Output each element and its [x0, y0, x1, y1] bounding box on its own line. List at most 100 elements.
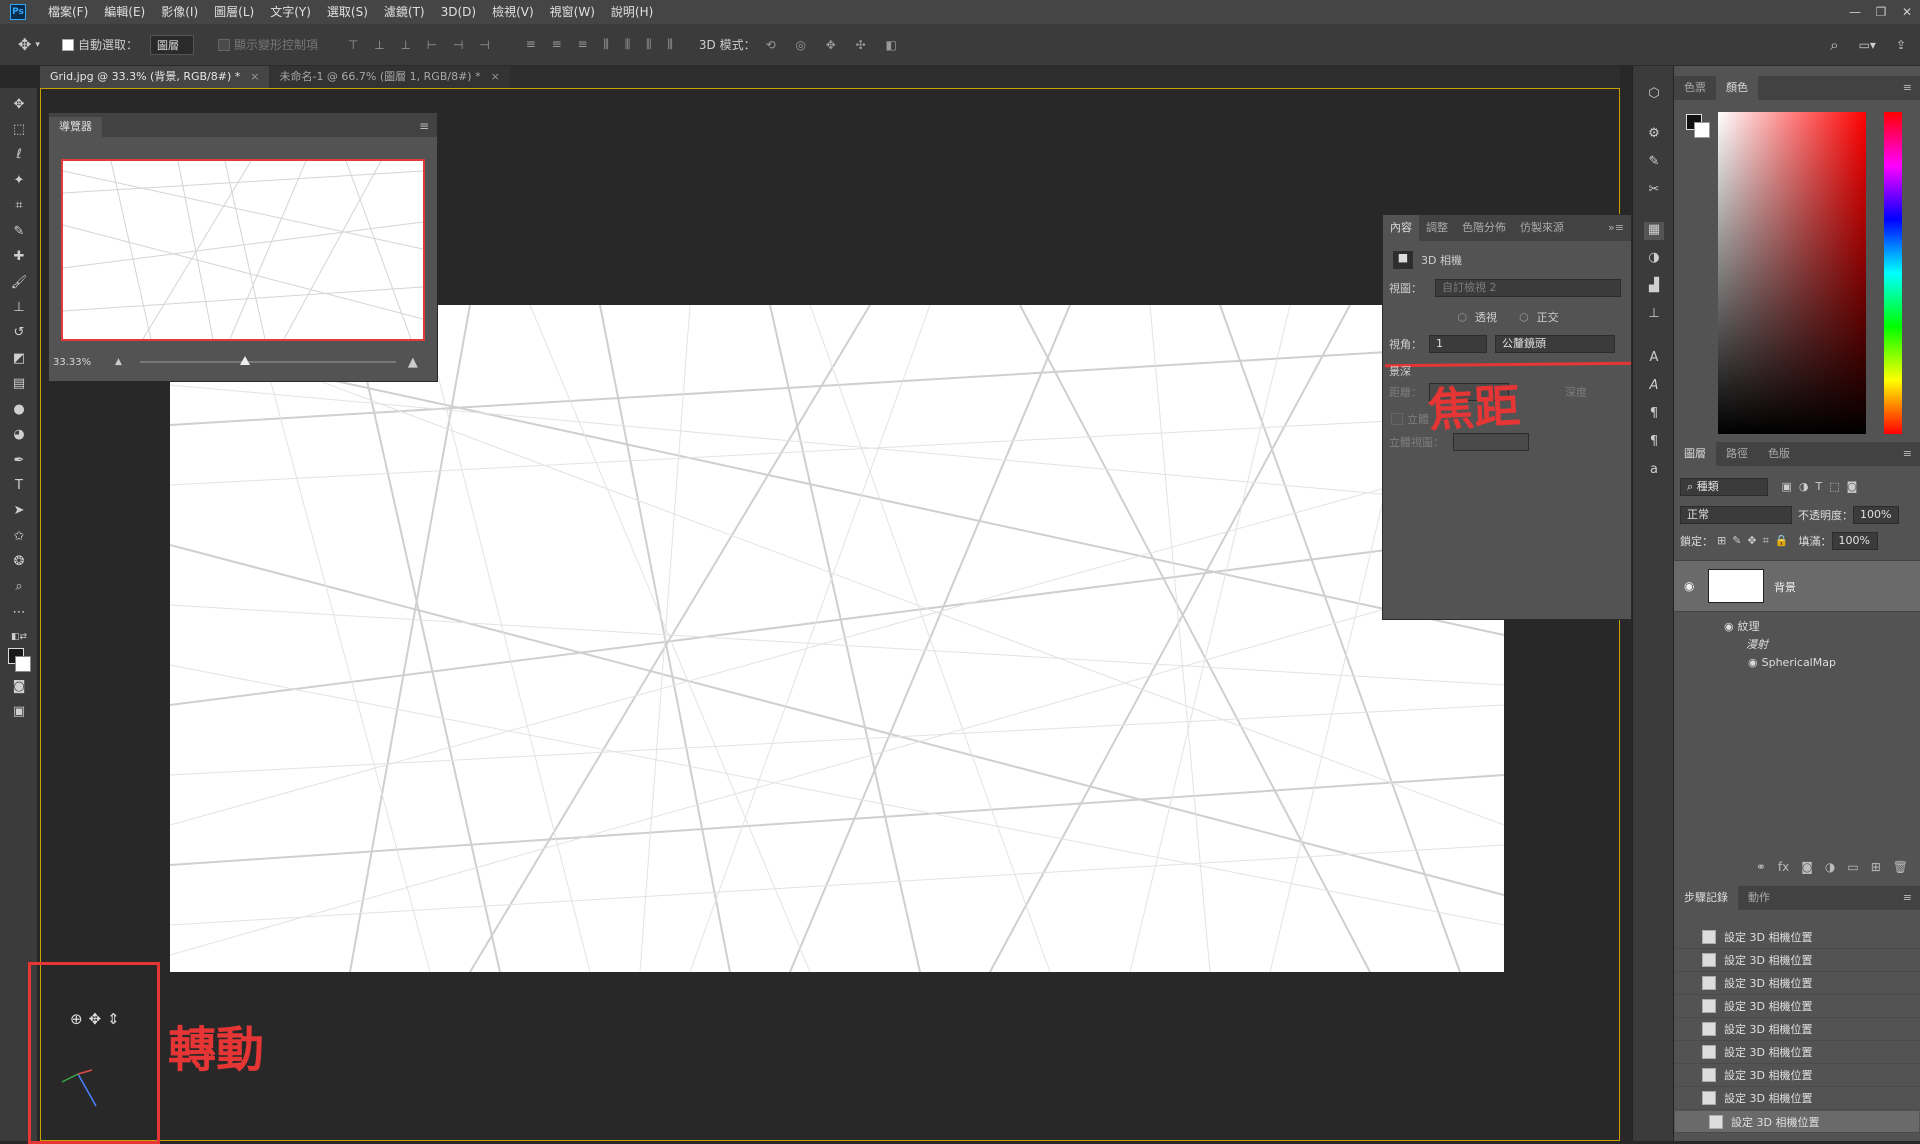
perspective-option[interactable]: 透視 [1475, 309, 1497, 325]
orthographic-icon[interactable]: ⬡ [1519, 311, 1529, 324]
eye-icon[interactable]: ◉ [1684, 579, 1694, 593]
shape-tool-icon[interactable]: ✩ [9, 528, 29, 546]
orthographic-option[interactable]: 正交 [1537, 309, 1559, 325]
history-item[interactable]: 設定 3D 相機位置 [1674, 1087, 1920, 1110]
zoom-slider-handle[interactable] [239, 356, 250, 365]
folder-icon[interactable]: ▭ [1847, 860, 1858, 874]
new-layer-icon[interactable]: ⊞ [1871, 860, 1881, 874]
history-item-selected[interactable]: 設定 3D 相機位置 [1674, 1110, 1920, 1133]
character-styles-icon[interactable]: a [1644, 462, 1664, 480]
zoom-value[interactable]: 33.33% [53, 357, 95, 368]
auto-select-checkbox[interactable] [61, 38, 78, 52]
3d-mode-icons[interactable]: ⟲ ◎ ✥ ✣ ◧ [766, 38, 905, 52]
link-icon[interactable]: ⚭ [1756, 860, 1766, 874]
healing-brush-icon[interactable]: ✚ [9, 248, 29, 266]
pen-tool-icon[interactable]: ✒ [9, 452, 29, 470]
menu-window[interactable]: 視窗(W) [542, 0, 603, 24]
panel-menu-icon[interactable]: ≡ [1893, 76, 1920, 100]
eyedropper-icon[interactable]: ✎ [9, 223, 29, 241]
fov-unit-dropdown[interactable]: 公釐鏡頭 [1495, 335, 1615, 353]
close-icon[interactable]: × [491, 70, 500, 83]
texture-row[interactable]: ◉ 紋理 [1724, 618, 1760, 634]
navigator-thumbnail[interactable] [61, 159, 425, 341]
tab-channels[interactable]: 色版 [1758, 442, 1800, 466]
lock-icons[interactable]: ⊞✎✥⌗🔒 [1717, 534, 1795, 548]
menu-select[interactable]: 選取(S) [319, 0, 376, 24]
properties-panel-icon[interactable]: ▦ [1644, 222, 1664, 240]
dolly-icon[interactable]: ⇕ [107, 1010, 126, 1028]
tab-properties[interactable]: 內容 [1383, 215, 1419, 241]
dodge-tool-icon[interactable]: ◕ [9, 426, 29, 444]
history-item[interactable]: 設定 3D 相機位置 [1674, 926, 1920, 949]
histogram-icon[interactable]: ▟ [1644, 278, 1664, 296]
eraser-tool-icon[interactable]: ◩ [9, 350, 29, 368]
adjustments-icon[interactable]: ⚙ [1644, 126, 1664, 144]
menu-3d[interactable]: 3D(D) [433, 0, 484, 24]
brush-settings-icon[interactable]: ✎ [1644, 154, 1664, 172]
zoom-in-icon[interactable]: ▲ [408, 355, 418, 370]
quick-mask-icon[interactable]: ◙ [9, 678, 29, 696]
more-tools-icon[interactable]: ⋯ [9, 604, 29, 622]
panel-menu-icon[interactable]: ≡ [1893, 442, 1920, 466]
layer-thumbnail[interactable] [1708, 569, 1764, 603]
zoom-tool-icon[interactable]: ⌕ [9, 578, 29, 596]
3d-rotate-icon[interactable]: ❂ [9, 553, 29, 571]
tab-histogram[interactable]: 色階分佈 [1455, 215, 1513, 241]
history-item[interactable]: 設定 3D 相機位置 [1674, 972, 1920, 995]
magic-wand-icon[interactable]: ✦ [9, 172, 29, 190]
paragraph-styles-icon[interactable]: ¶ [1644, 434, 1664, 452]
panel-menu-icon[interactable]: »≡ [1601, 215, 1631, 241]
view-dropdown[interactable]: 自訂檢視 2 [1435, 279, 1621, 297]
hue-slider[interactable] [1884, 112, 1902, 434]
adjustment-icon[interactable]: ◑ [1825, 860, 1835, 874]
layer-name[interactable]: 背景 [1774, 579, 1796, 595]
tool-presets-icon[interactable]: ✂ [1644, 182, 1664, 200]
tab-clone-source[interactable]: 仿製來源 [1513, 215, 1571, 241]
tab-grid-jpg[interactable]: Grid.jpg @ 33.3% (背景, RGB/8#) * × [40, 66, 270, 88]
layer-filter-dropdown[interactable]: ⌕ 種類 [1680, 478, 1768, 496]
3d-panel-icon[interactable]: ⬡ [1644, 86, 1664, 104]
auto-select-dropdown[interactable]: 圖層 [149, 34, 194, 55]
lasso-tool-icon[interactable]: ℓ [9, 146, 29, 164]
eye-icon[interactable]: ◉ [1748, 656, 1758, 669]
tab-actions[interactable]: 動作 [1738, 886, 1780, 910]
stamp-tool-icon[interactable]: ⊥ [9, 299, 29, 317]
paragraph-icon[interactable]: ¶ [1644, 406, 1664, 424]
blend-mode-dropdown[interactable]: 正常 [1680, 506, 1792, 524]
crop-tool-icon[interactable]: ⌗ [9, 197, 29, 215]
menu-type[interactable]: 文字(Y) [262, 0, 319, 24]
filter-icons[interactable]: ▣◑T⬚◙ [1782, 480, 1865, 493]
zoom-slider[interactable] [139, 356, 396, 365]
history-item[interactable]: 設定 3D 相機位置 [1674, 1064, 1920, 1087]
menu-filter[interactable]: 濾鏡(T) [376, 0, 433, 24]
restore-button[interactable]: ❐ [1868, 0, 1894, 24]
path-select-icon[interactable]: ➤ [9, 502, 29, 520]
navigator-title[interactable]: 導覽器 [49, 117, 102, 137]
minimize-button[interactable]: — [1842, 0, 1868, 24]
menu-layer[interactable]: 圖層(L) [206, 0, 262, 24]
menu-file[interactable]: 檔案(F) [40, 0, 96, 24]
color-picker-field[interactable] [1718, 112, 1866, 434]
eye-icon[interactable]: ◉ [1724, 620, 1734, 633]
menu-image[interactable]: 影像(I) [153, 0, 206, 24]
3d-axis-gizmo[interactable] [58, 1066, 108, 1116]
tab-layers[interactable]: 圖層 [1674, 442, 1716, 466]
glyphs-icon[interactable]: A [1644, 378, 1664, 396]
close-button[interactable]: ✕ [1894, 0, 1920, 24]
tab-color[interactable]: 顏色 [1716, 76, 1758, 100]
clone-source-icon[interactable]: ⊥ [1644, 306, 1664, 324]
panel-menu-icon[interactable]: ≡ [419, 119, 437, 137]
menu-view[interactable]: 檢視(V) [484, 0, 542, 24]
type-tool-icon[interactable]: T [9, 477, 29, 495]
close-icon[interactable]: × [250, 70, 259, 83]
canvas[interactable] [170, 305, 1504, 972]
chevron-down-icon[interactable]: ▾ [35, 40, 40, 50]
zoom-out-icon[interactable]: ▲ [115, 357, 122, 367]
tab-history[interactable]: 步驟記錄 [1674, 886, 1738, 910]
fill-input[interactable]: 100% [1831, 532, 1878, 550]
show-transform-checkbox[interactable] [217, 38, 234, 52]
spherical-map-row[interactable]: ◉ SphericalMap [1748, 656, 1836, 669]
search-icon[interactable]: ⌕ [1830, 36, 1838, 54]
tab-adjustments[interactable]: 調整 [1419, 215, 1455, 241]
screen-mode-icon[interactable]: ▣ [9, 703, 29, 721]
